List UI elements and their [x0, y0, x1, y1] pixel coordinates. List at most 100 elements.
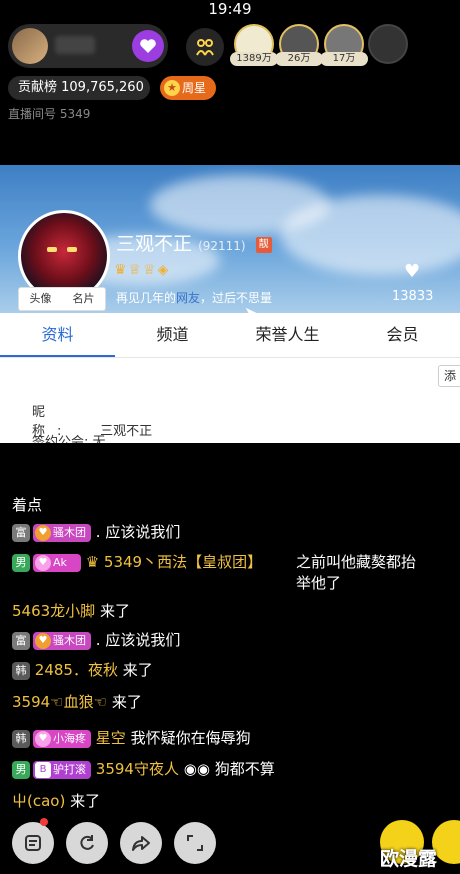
chat-message: 男 ♥ Ak ♛ 5349丶西法【皇叔团】: [12, 551, 262, 572]
fan-badge-label: Ak: [53, 555, 67, 569]
chat-text: . 应该说我们: [95, 523, 181, 541]
chat-username: 5463龙小脚: [12, 602, 96, 620]
profile-name: 三观不正: [116, 233, 193, 255]
chat-text: 我怀疑你在侮辱狗: [130, 729, 251, 747]
guard-button[interactable]: [186, 28, 224, 66]
profile-id: (92111): [198, 239, 246, 253]
tab-channel: 频道: [156, 325, 189, 344]
chat-message: 韩 2485．夜秋 来了: [12, 659, 153, 680]
chat-username: 2485．夜秋: [34, 661, 118, 679]
card-tab: 名片: [72, 292, 95, 305]
chat-username: 3594☜血狼☜: [12, 693, 108, 711]
chat-text: . 应该说我们: [95, 631, 181, 649]
viewer-count: 26万: [275, 52, 323, 66]
follow-button[interactable]: [132, 30, 164, 62]
chat-message: 韩 ♥ 小海疼 星空 我怀疑你在侮辱狗: [12, 727, 251, 748]
chat-username: 5349丶西法【皇叔团】: [103, 553, 263, 571]
viewer-count: 17万: [320, 52, 368, 66]
chat-text: 狗都不算: [214, 760, 275, 778]
fullscreen-icon: [187, 835, 203, 851]
fan-badge: ♥ Ak: [33, 553, 81, 572]
tab-profile: 资料: [0, 313, 115, 357]
fan-badge: ♥ 小海疼: [33, 729, 91, 748]
tag-icon: 靓: [255, 236, 272, 253]
chat-message: 5463龙小脚 来了: [12, 600, 130, 621]
avatar-tabs: 头像 名片: [18, 287, 106, 311]
refresh-icon: [80, 835, 94, 850]
chat-input-button[interactable]: [12, 822, 54, 864]
chat-text: 来了: [111, 693, 142, 711]
likes-count: 13833: [392, 289, 434, 304]
motto-prefix: 再见几年的: [116, 291, 177, 305]
viewer-avatar-4[interactable]: [368, 24, 408, 64]
tab-member: 会员: [386, 325, 419, 344]
chat-icon: [25, 835, 41, 851]
chat-text: 来了: [99, 602, 130, 620]
chat-message: 富 ♥ 骚木团 . 应该说我们: [12, 521, 180, 542]
streamer-avatar[interactable]: [12, 28, 48, 64]
chat-message: 男 B 驴打滚 3594守夜人 ◉◉ 狗都不算: [12, 758, 275, 779]
info-label: 签约公会:: [32, 435, 89, 443]
chat-text: 来了: [70, 792, 101, 810]
chat-message: 3594☜血狼☜ 来了: [12, 691, 142, 712]
chat-text: 着点: [12, 496, 43, 514]
stream-video[interactable]: 头像 名片 三观不正 (92111) 靓 ♛♕♕◈ 再见几年的网友，过后不思量 …: [0, 165, 460, 443]
refresh-button[interactable]: [66, 822, 108, 864]
fan-badge-label: 骚木团: [53, 525, 86, 539]
share-button[interactable]: [120, 822, 162, 864]
room-number: 直播间号 5349: [8, 107, 91, 121]
chat-message: 富 ♥ 骚木团 . 应该说我们: [12, 629, 180, 650]
fan-badge-label: 小海疼: [53, 731, 86, 745]
fan-badge-label: 驴打滚: [53, 762, 86, 776]
viewer-avatar-2[interactable]: 26万: [275, 24, 323, 66]
profile-name-line: 三观不正 (92111) 靓: [116, 229, 272, 256]
streamer-name-blurred: [55, 36, 95, 54]
contribution-ranking[interactable]: 贡献榜 109,765,260: [8, 76, 150, 100]
share-icon: [132, 836, 150, 851]
chat-message-continued: 之前叫他藏獒都抬举他了: [296, 551, 426, 593]
fan-badge: B 驴打滚: [33, 760, 91, 779]
crown-icon: ♛: [85, 553, 100, 571]
fan-badge: ♥ 骚木团: [33, 523, 91, 542]
chat-text: 来了: [122, 661, 153, 679]
guard-icon: [196, 39, 214, 56]
week-star-label: 周星: [182, 81, 207, 95]
level-badge: 富: [12, 631, 30, 650]
fan-badge-label: 骚木团: [53, 633, 86, 647]
info-value: 三观不正: [100, 424, 153, 439]
watermark: 欧漫露: [380, 848, 438, 870]
level-badge: 男: [12, 760, 30, 779]
viewer-avatar-1[interactable]: 1389万: [230, 24, 278, 66]
star-icon: ★: [164, 80, 180, 96]
level-badge: 韩: [12, 729, 30, 748]
heart-icon: [140, 39, 156, 53]
level-badge: 男: [12, 553, 30, 572]
add-button: 添: [438, 365, 460, 387]
emoji-icon: ◉◉: [183, 760, 210, 778]
tab-honor: 荣誉人生: [255, 325, 320, 344]
chat-text: 之前叫他藏獒都抬举他了: [296, 553, 417, 592]
level-badge: 韩: [12, 661, 30, 680]
notification-dot: [40, 818, 48, 826]
medal-icons: ♛♕♕◈: [114, 262, 171, 278]
fan-badge: ♥ 骚木团: [33, 631, 91, 650]
motto-link: 网友: [176, 291, 201, 305]
motto-suffix: ，过后不思量: [200, 291, 273, 305]
chat-username: 星空: [95, 729, 126, 747]
avatar-tab: 头像: [29, 292, 52, 305]
heart-icon: ♥: [404, 261, 421, 282]
level-badge: 富: [12, 523, 30, 542]
profile-tabs: 资料 频道 荣誉人生 会员: [0, 313, 460, 358]
info-guild: 签约公会: 无: [32, 431, 106, 443]
chat-username: 3594守夜人: [95, 760, 179, 778]
chat-message: 着点: [12, 494, 42, 515]
viewer-avatar-3[interactable]: 17万: [320, 24, 368, 66]
viewer-count: 1389万: [230, 52, 278, 66]
week-star-button[interactable]: ★ 周星: [160, 76, 216, 100]
avatar: [368, 24, 408, 64]
info-value: 无: [92, 435, 106, 443]
status-time: 19:49: [208, 0, 252, 18]
chat-message: 屮(cao) 来了: [12, 790, 100, 811]
fullscreen-button[interactable]: [174, 822, 216, 864]
chat-username: 屮(cao): [12, 792, 66, 810]
